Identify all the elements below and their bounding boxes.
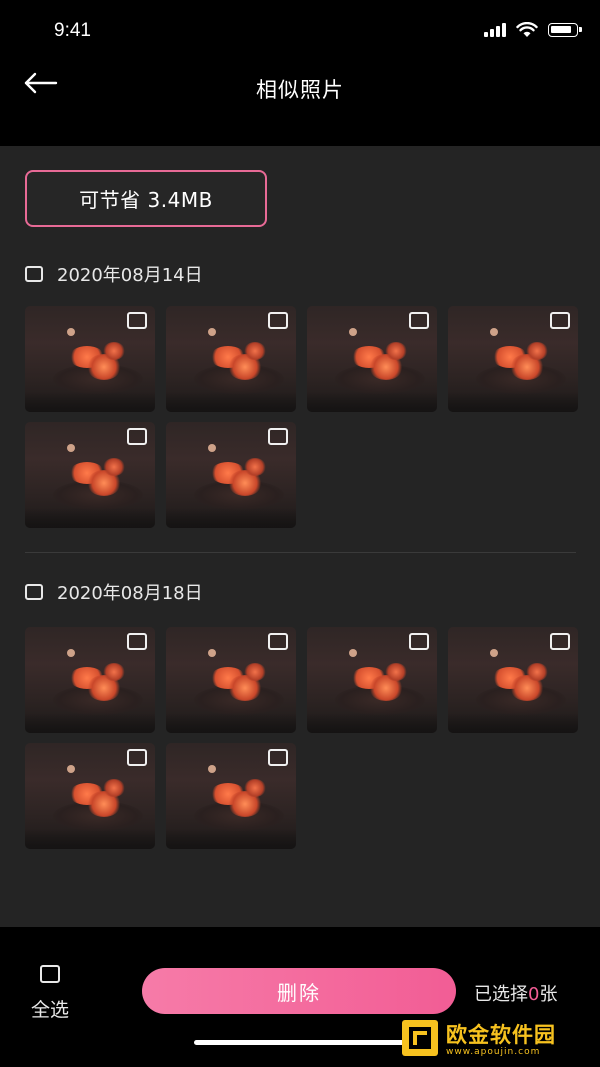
group-date: 2020年08月14日 [57,265,203,286]
cloud-shape [244,663,266,681]
photo-grid [25,306,578,528]
ground-shape [25,508,155,528]
ground-shape [307,713,437,733]
watermark-logo-icon [402,1020,438,1056]
photo-checkbox-icon[interactable] [127,428,147,445]
select-all-label: 全选 [30,999,69,1021]
ground-shape [166,829,296,849]
delete-label: 删除 [277,980,321,1005]
cloud-shape [103,779,125,797]
selected-count-text: 已选择0张 [474,980,557,1006]
photo-checkbox-icon[interactable] [268,633,288,650]
watermark: 欧金软件园 www.apoujin.com [400,1018,556,1058]
selected-suffix: 张 [539,984,558,1005]
photo-thumbnail[interactable] [25,743,155,849]
ground-shape [25,829,155,849]
group-checkbox-icon[interactable] [25,584,43,600]
moon-shape [349,649,357,657]
ground-shape [166,713,296,733]
photo-thumbnail[interactable] [166,422,296,528]
group-header: 2020年08月18日 [25,579,203,605]
ground-shape [448,713,578,733]
photo-thumbnail[interactable] [166,627,296,733]
photo-checkbox-icon[interactable] [127,749,147,766]
photo-thumbnail[interactable] [448,627,578,733]
photo-checkbox-icon[interactable] [409,312,429,329]
cloud-shape [385,342,407,360]
group-date: 2020年08月18日 [57,583,203,604]
moon-shape [208,649,216,657]
photo-checkbox-icon[interactable] [268,749,288,766]
status-icons [484,22,582,38]
photo-thumbnail[interactable] [25,627,155,733]
page-title: 相似照片 [256,78,344,102]
ground-shape [307,392,437,412]
battery-icon [548,23,582,37]
ground-shape [25,392,155,412]
group-header: 2020年08月14日 [25,261,203,287]
savings-badge: 可节省 3.4MB [25,170,267,227]
cloud-shape [103,663,125,681]
ground-shape [448,392,578,412]
status-time: 9:41 [54,20,91,41]
cloud-shape [244,779,266,797]
photo-checkbox-icon[interactable] [127,633,147,650]
photo-checkbox-icon[interactable] [127,312,147,329]
moon-shape [208,765,216,773]
moon-shape [67,649,75,657]
cloud-shape [244,342,266,360]
photo-checkbox-icon[interactable] [550,312,570,329]
photo-thumbnail[interactable] [25,422,155,528]
moon-shape [67,328,75,336]
photo-thumbnail[interactable] [166,743,296,849]
moon-shape [490,328,498,336]
cloud-shape [103,342,125,360]
ground-shape [166,392,296,412]
group-divider [25,552,576,553]
photo-grid [25,627,578,849]
watermark-url: www.apoujin.com [446,1047,541,1057]
top-bar: 9:41 相似照片 [0,0,600,146]
moon-shape [67,765,75,773]
home-indicator [194,1040,404,1045]
moon-shape [208,444,216,452]
cloud-shape [526,342,548,360]
ground-shape [25,713,155,733]
watermark-text: 欧金软件园 www.apoujin.com [446,1019,556,1057]
photo-thumbnail[interactable] [25,306,155,412]
photo-thumbnail[interactable] [307,306,437,412]
moon-shape [349,328,357,336]
selected-prefix: 已选择 [474,984,528,1005]
photo-thumbnail[interactable] [307,627,437,733]
moon-shape [208,328,216,336]
photo-checkbox-icon[interactable] [268,428,288,445]
cloud-shape [103,458,125,476]
delete-button[interactable]: 删除 [142,968,456,1014]
signal-icon [484,23,506,37]
select-all-checkbox-icon[interactable] [40,965,60,983]
photo-thumbnail[interactable] [448,306,578,412]
savings-label: 可节省 3.4MB [79,188,213,212]
selected-count: 0 [528,984,540,1005]
photo-checkbox-icon[interactable] [409,633,429,650]
select-all-button[interactable]: 全选 [24,965,76,1022]
watermark-title: 欧金软件园 [446,1023,556,1047]
cloud-shape [526,663,548,681]
cloud-shape [244,458,266,476]
photo-checkbox-icon[interactable] [550,633,570,650]
photo-thumbnail[interactable] [166,306,296,412]
cloud-shape [385,663,407,681]
photo-checkbox-icon[interactable] [268,312,288,329]
ground-shape [166,508,296,528]
wifi-icon [516,22,538,37]
moon-shape [490,649,498,657]
group-checkbox-icon[interactable] [25,266,43,282]
moon-shape [67,444,75,452]
